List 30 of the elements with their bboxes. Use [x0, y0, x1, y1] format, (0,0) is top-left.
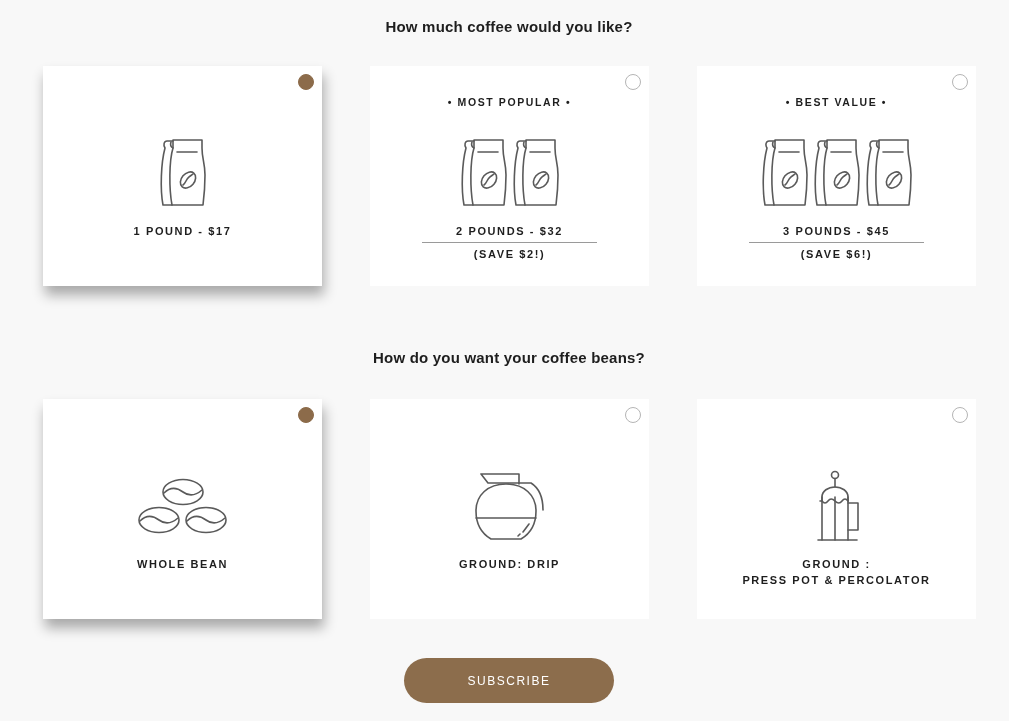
option-card[interactable]: • BEST VALUE • 3 POUNDS - $45 (SAVE $6!) [697, 66, 976, 286]
option-label: 2 POUNDS - $32 [456, 224, 563, 239]
option-card[interactable]: • MOST POPULAR • 2 POUNDS - $32 (SAVE $2!) [370, 66, 649, 286]
option-card[interactable]: 1 POUND - $17 [43, 66, 322, 286]
option-label: 3 POUNDS - $45 [783, 224, 890, 239]
coffee-bags-icon [459, 138, 560, 208]
coffee-bag-icon [158, 138, 207, 208]
option-label: GROUND : PRESS POT & PERCOLATOR [742, 557, 931, 588]
promo-label: • BEST VALUE • [785, 96, 888, 108]
option-card[interactable]: GROUND : PRESS POT & PERCOLATOR [697, 399, 976, 619]
option-card[interactable]: GROUND: DRIP [370, 399, 649, 619]
option-label: 1 POUND - $17 [133, 224, 232, 239]
radio-button[interactable] [625, 74, 641, 90]
section-heading: How much coffee would you like? [384, 18, 634, 36]
savings-note: (SAVE $6!) [800, 247, 873, 262]
promo-label: • MOST POPULAR • [447, 96, 572, 108]
savings-note: (SAVE $2!) [473, 247, 546, 262]
radio-button[interactable] [625, 407, 641, 423]
radio-button[interactable] [298, 407, 314, 423]
coffee-bags-icon [760, 138, 913, 208]
section-heading: How do you want your coffee beans? [372, 349, 646, 367]
radio-button[interactable] [952, 74, 968, 90]
option-label: GROUND: DRIP [458, 557, 561, 572]
option-card[interactable]: WHOLE BEAN [43, 399, 322, 619]
coffee-carafe-icon [473, 471, 546, 541]
coffee-beans-icon [137, 477, 228, 535]
radio-button[interactable] [952, 407, 968, 423]
radio-button[interactable] [298, 74, 314, 90]
option-label: WHOLE BEAN [136, 557, 229, 572]
subscribe-button[interactable]: SUBSCRIBE [404, 658, 614, 703]
